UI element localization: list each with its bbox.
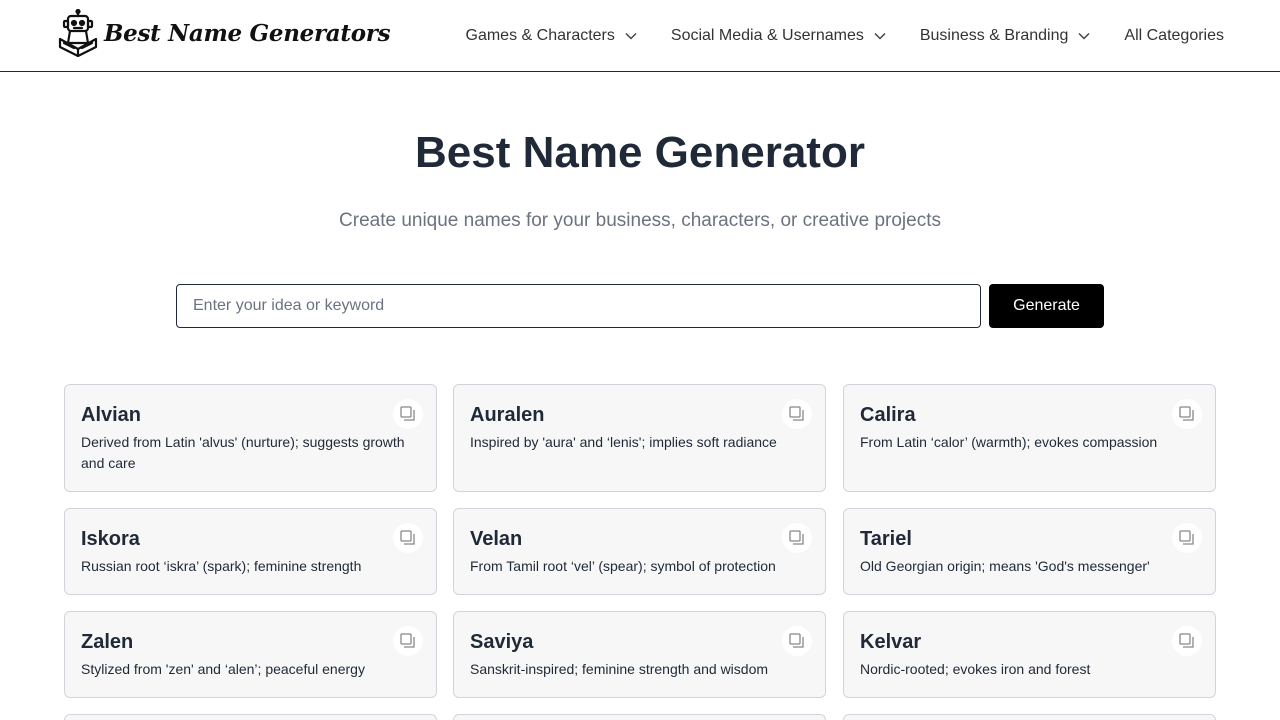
chevron-down-icon xyxy=(874,32,886,40)
copy-button[interactable] xyxy=(1172,399,1202,429)
site-header: Best Name Generators Games & Characters … xyxy=(0,0,1280,72)
copy-icon xyxy=(789,530,804,545)
nav-label: All Categories xyxy=(1124,26,1224,44)
result-description: Old Georgian origin; means 'God's messen… xyxy=(860,558,1150,574)
result-card-partial xyxy=(64,714,437,720)
result-name: Kelvar xyxy=(860,631,922,653)
nav-all-categories[interactable]: All Categories xyxy=(1124,27,1224,45)
nav-social-media-usernames[interactable]: Social Media & Usernames xyxy=(671,27,886,45)
result-card: Iskora Russian root ‘iskra’ (spark); fem… xyxy=(64,508,437,595)
copy-button[interactable] xyxy=(1172,626,1202,656)
copy-icon xyxy=(789,406,804,421)
result-name: Auralen xyxy=(470,404,545,426)
result-description: Inspired by 'aura' and ‘lenis'; implies … xyxy=(470,434,777,450)
result-name: Tariel xyxy=(860,528,912,550)
result-card: Auralen Inspired by 'aura' and ‘lenis'; … xyxy=(453,384,826,492)
copy-button[interactable] xyxy=(393,626,423,656)
copy-button[interactable] xyxy=(1172,523,1202,553)
result-card: Alvian Derived from Latin 'alvus' (nurtu… xyxy=(64,384,437,492)
result-card: Velan From Tamil root ‘vel’ (spear); sym… xyxy=(453,508,826,595)
result-name: Alvian xyxy=(81,404,142,426)
nav-label: Games & Characters xyxy=(465,26,615,44)
copy-icon xyxy=(400,633,415,648)
result-description: From Latin ‘calor’ (warmth); evokes comp… xyxy=(860,434,1158,450)
result-card: Zalen Stylized from 'zen' and ‘alen’; pe… xyxy=(64,611,437,698)
result-card-partial xyxy=(843,714,1216,720)
copy-button[interactable] xyxy=(782,399,812,429)
copy-icon xyxy=(1179,633,1194,648)
result-card-partial xyxy=(453,714,826,720)
copy-button[interactable] xyxy=(782,523,812,553)
result-card: Calira From Latin ‘calor’ (warmth); evok… xyxy=(843,384,1216,492)
result-description: Stylized from 'zen' and ‘alen’; peaceful… xyxy=(81,661,365,677)
chevron-down-icon xyxy=(625,32,637,40)
nav-games-characters[interactable]: Games & Characters xyxy=(466,27,637,45)
copy-icon xyxy=(1179,406,1194,421)
copy-icon xyxy=(1179,530,1194,545)
logo-text: Best Name Generators xyxy=(104,19,391,47)
nav-label: Social Media & Usernames xyxy=(670,26,864,44)
result-name: Iskora xyxy=(81,528,140,550)
copy-icon xyxy=(400,530,415,545)
result-name: Saviya xyxy=(470,631,534,653)
main-nav: Games & Characters Social Media & Userna… xyxy=(466,0,1225,71)
result-card: Saviya Sanskrit-inspired; feminine stren… xyxy=(453,611,826,698)
result-name: Velan xyxy=(470,528,523,550)
result-description: From Tamil root ‘vel’ (spear); symbol of… xyxy=(470,558,776,574)
copy-icon xyxy=(789,633,804,648)
nav-business-branding[interactable]: Business & Branding xyxy=(920,27,1091,45)
result-name: Zalen xyxy=(81,631,134,653)
copy-button[interactable] xyxy=(782,626,812,656)
page-title: Best Name Generator xyxy=(415,128,865,177)
copy-button[interactable] xyxy=(393,523,423,553)
result-description: Derived from Latin 'alvus' (nurture); su… xyxy=(81,434,405,471)
result-card: Kelvar Nordic-rooted; evokes iron and fo… xyxy=(843,611,1216,698)
result-description: Nordic-rooted; evokes iron and forest xyxy=(860,661,1091,677)
generate-button[interactable]: Generate xyxy=(989,284,1104,328)
nav-label: Business & Branding xyxy=(919,26,1069,44)
robot-reading-icon xyxy=(58,9,98,57)
result-name: Calira xyxy=(860,404,916,426)
copy-icon xyxy=(400,406,415,421)
keyword-input[interactable] xyxy=(176,284,981,328)
page-subtitle: Create unique names for your business, c… xyxy=(339,210,941,231)
site-logo[interactable]: Best Name Generators xyxy=(56,8,391,58)
chevron-down-icon xyxy=(1078,32,1090,40)
result-card: Tariel Old Georgian origin; means 'God's… xyxy=(843,508,1216,595)
copy-button[interactable] xyxy=(393,399,423,429)
result-description: Russian root ‘iskra’ (spark); feminine s… xyxy=(81,558,362,574)
result-description: Sanskrit-inspired; feminine strength and… xyxy=(470,661,769,677)
